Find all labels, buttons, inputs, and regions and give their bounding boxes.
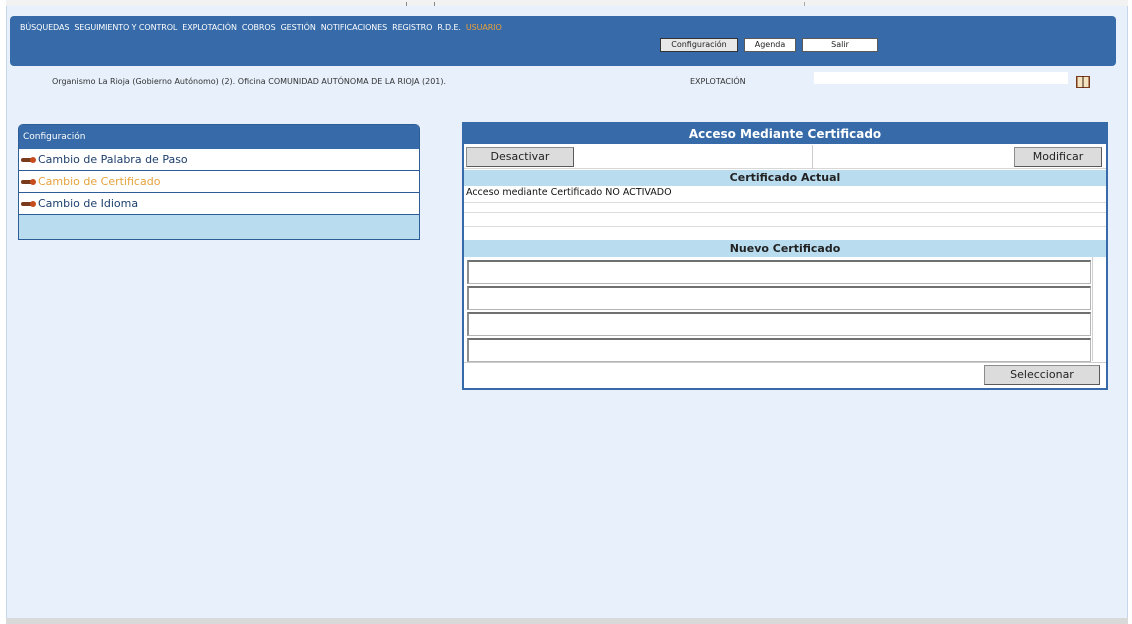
sidebar-title: Configuración [19,125,419,149]
certificate-status: Acceso mediante Certificado NO ACTIVADO [466,187,672,198]
configuracion-button[interactable]: Configuración [660,38,738,52]
current-certificate-header: Certificado Actual [464,170,1106,186]
sidebar-item-palabra-de-paso[interactable]: Cambio de Palabra de Paso [19,149,419,171]
arrow-bullet-icon [21,178,37,186]
book-icon[interactable] [1075,75,1091,89]
panel-title: Acceso Mediante Certificado [464,124,1106,144]
certificate-field-2[interactable] [467,286,1091,310]
menu-item-seguimiento[interactable]: SEGUIMIENTO Y CONTROL [74,23,177,32]
menu-item-rde[interactable]: R.D.E. [437,23,461,32]
certificate-field-3[interactable] [467,312,1091,336]
menu-item-explotacion[interactable]: EXPLOTACIÓN [182,23,237,32]
modificar-button[interactable]: Modificar [1014,147,1102,167]
divider [464,202,1106,203]
menu-item-gestion[interactable]: GESTIÓN [281,23,316,32]
desactivar-button[interactable]: Desactivar [466,147,574,167]
user-submenu: Configuración Agenda Salir [660,38,878,52]
seleccionar-button[interactable]: Seleccionar [984,365,1100,385]
sidebar-item-certificado[interactable]: Cambio de Certificado [19,171,419,193]
action-row: Desactivar Modificar [464,145,1106,169]
bottom-strip [6,618,1128,624]
divider [464,226,1106,227]
sidebar-item-label: Cambio de Idioma [38,197,139,210]
menu-item-registro[interactable]: REGISTRO [392,23,432,32]
main-menu: BÚSQUEDAS SEGUIMIENTO Y CONTROL EXPLOTAC… [20,23,507,32]
menu-item-notificaciones[interactable]: NOTIFICACIONES [321,23,387,32]
sidebar-item-label: Cambio de Certificado [38,175,161,188]
section-label: EXPLOTACIÓN [690,77,746,86]
divider [1092,257,1093,361]
certificate-field-4[interactable] [467,338,1091,362]
arrow-bullet-icon [21,200,37,208]
organismo-info: Organismo La Rioja (Gobierno Autónomo) (… [52,77,447,86]
config-sidebar: Configuración Cambio de Palabra de Paso … [18,124,420,240]
divider [464,362,1106,363]
menu-item-busquedas[interactable]: BÚSQUEDAS [20,23,69,32]
agenda-button[interactable]: Agenda [744,38,796,52]
divider [812,145,813,169]
sidebar-item-idioma[interactable]: Cambio de Idioma [19,193,419,215]
arrow-bullet-icon [21,156,37,164]
sidebar-item-label: Cambio de Palabra de Paso [38,153,188,166]
divider [464,212,1106,213]
certificate-panel: Acceso Mediante Certificado Desactivar M… [462,122,1108,390]
menu-item-usuario[interactable]: USUARIO [466,23,502,32]
header-search-input[interactable] [814,72,1068,84]
menu-item-cobros[interactable]: COBROS [242,23,276,32]
header-bar: BÚSQUEDAS SEGUIMIENTO Y CONTROL EXPLOTAC… [10,16,1116,66]
new-certificate-header: Nuevo Certificado [464,240,1106,257]
salir-button[interactable]: Salir [802,38,878,52]
certificate-field-1[interactable] [467,260,1091,284]
